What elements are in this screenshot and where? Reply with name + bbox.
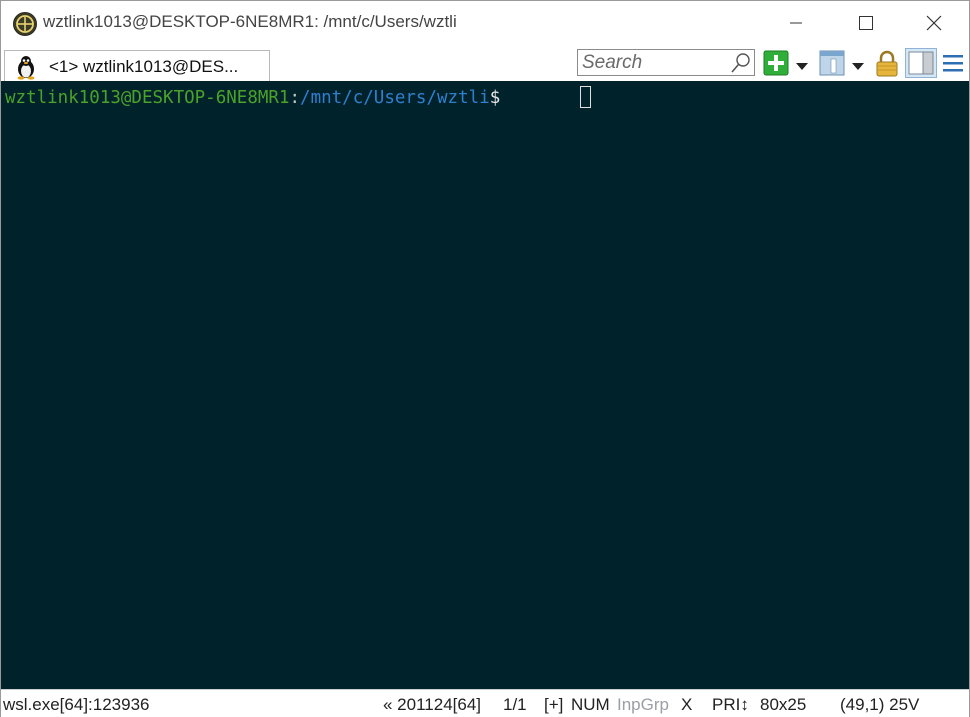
close-icon bbox=[926, 15, 942, 31]
close-button[interactable] bbox=[899, 1, 969, 45]
tab-toolbar-row: <1> wztlink1013@DES... bbox=[1, 45, 969, 82]
search-input[interactable] bbox=[582, 51, 728, 74]
window-title: wztlink1013@DESKTOP-6NE8MR1: /mnt/c/User… bbox=[43, 12, 457, 31]
split-console-dropdown[interactable] bbox=[851, 57, 865, 76]
status-tab-index[interactable]: 1/1 bbox=[503, 695, 527, 715]
linux-tux-icon bbox=[13, 54, 39, 84]
status-process[interactable]: wsl.exe[64]:123936 bbox=[3, 695, 150, 715]
toggle-panel-button[interactable] bbox=[905, 48, 937, 82]
new-console-button[interactable] bbox=[763, 50, 789, 80]
panel-view-icon bbox=[905, 48, 937, 78]
status-inpgrp[interactable]: InpGrp bbox=[617, 695, 669, 715]
status-priority[interactable]: PRI↕ bbox=[712, 695, 749, 715]
title-bar[interactable]: wztlink1013@DESKTOP-6NE8MR1: /mnt/c/User… bbox=[1, 1, 969, 45]
prompt-user-host: wztlink1013@DESKTOP-6NE8MR1 bbox=[5, 88, 290, 108]
new-console-dropdown[interactable] bbox=[795, 57, 809, 76]
maximize-button[interactable] bbox=[831, 1, 901, 45]
prompt-symbol: $ bbox=[489, 88, 511, 108]
conemu-window: wztlink1013@DESKTOP-6NE8MR1: /mnt/c/User… bbox=[0, 0, 970, 717]
main-menu-button[interactable] bbox=[942, 52, 964, 78]
search-box[interactable] bbox=[577, 49, 755, 76]
split-console-button[interactable] bbox=[819, 50, 845, 80]
text-cursor bbox=[580, 86, 591, 108]
status-cursor-position[interactable]: (49,1) 25V bbox=[840, 695, 919, 715]
window-panes-icon bbox=[819, 50, 845, 76]
prompt-colon: : bbox=[289, 88, 301, 108]
status-build[interactable]: « 201124[64] bbox=[383, 695, 481, 715]
hamburger-menu-icon bbox=[943, 55, 963, 72]
shell-prompt: wztlink1013@DESKTOP-6NE8MR1:/mnt/c/Users… bbox=[5, 87, 511, 109]
minimize-button[interactable] bbox=[761, 1, 831, 45]
search-icon[interactable] bbox=[730, 52, 752, 78]
tab-label: <1> wztlink1013@DES... bbox=[49, 57, 239, 76]
maximize-icon bbox=[859, 16, 873, 30]
conemu-app-icon bbox=[13, 12, 37, 36]
prompt-path: /mnt/c/Users/wztli bbox=[300, 88, 490, 108]
status-x[interactable]: X bbox=[681, 695, 692, 715]
chevron-down-icon bbox=[852, 63, 864, 70]
status-plus[interactable]: [+] bbox=[544, 695, 563, 715]
plus-icon bbox=[763, 50, 789, 76]
chevron-down-icon bbox=[796, 63, 808, 70]
status-console-size[interactable]: 80x25 bbox=[760, 695, 806, 715]
status-bar: wsl.exe[64]:123936 « 201124[64] 1/1 [+] … bbox=[1, 689, 969, 717]
tab-console-1[interactable]: <1> wztlink1013@DES... bbox=[4, 50, 270, 82]
lock-icon bbox=[876, 50, 898, 77]
terminal-area[interactable]: wztlink1013@DESKTOP-6NE8MR1:/mnt/c/Users… bbox=[1, 81, 969, 689]
minimize-icon bbox=[790, 22, 802, 24]
lock-button[interactable] bbox=[875, 50, 899, 82]
status-num-lock[interactable]: NUM bbox=[571, 695, 610, 715]
